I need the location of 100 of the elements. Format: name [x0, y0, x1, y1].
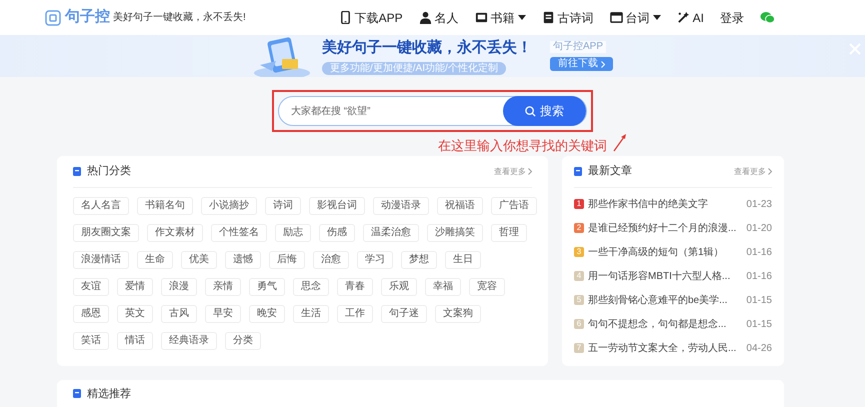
document-icon — [542, 11, 555, 24]
nav-link[interactable]: 台词 — [610, 8, 661, 26]
category-tag[interactable]: 个性签名 — [211, 224, 267, 242]
nav-link[interactable]: AI — [676, 8, 704, 26]
article-date: 01-20 — [746, 222, 772, 236]
annotation-text: 在这里输入你想寻找的关键词 — [438, 138, 607, 154]
category-tag[interactable]: 哲理 — [491, 224, 527, 242]
category-tag[interactable]: 感恩 — [73, 305, 109, 323]
section-icon — [73, 389, 81, 398]
category-tag[interactable]: 工作 — [337, 305, 373, 323]
category-tag[interactable]: 梦想 — [401, 251, 437, 269]
article-link[interactable]: 那些刻骨铭心意难平的be美学... — [588, 292, 742, 308]
category-tag[interactable]: 生命 — [137, 251, 173, 269]
category-tag[interactable]: 广告语 — [491, 197, 537, 215]
nav-link[interactable]: 书籍 — [474, 8, 526, 26]
category-tag[interactable]: 宽容 — [469, 278, 505, 296]
search-button[interactable]: 搜索 — [503, 96, 586, 126]
category-tag[interactable]: 作文素材 — [147, 224, 203, 242]
wechat-icon[interactable] — [760, 11, 775, 24]
category-tag[interactable]: 影视台词 — [309, 197, 365, 215]
category-tag[interactable]: 动漫语录 — [373, 197, 429, 215]
article-link[interactable]: 那些作家书信中的绝美文字 — [588, 196, 742, 212]
category-tag[interactable]: 朋友圈文案 — [73, 224, 139, 242]
article-date: 01-16 — [746, 246, 772, 260]
rank-badge: 3 — [574, 247, 584, 257]
category-tag[interactable]: 勇气 — [249, 278, 285, 296]
category-tag[interactable]: 乐观 — [381, 278, 417, 296]
caret-icon — [652, 15, 661, 20]
nav-link[interactable]: 名人 — [418, 8, 459, 26]
annotation-arrow — [613, 134, 627, 152]
article-link[interactable]: 五一劳动节文案大全，劳动人民... — [588, 340, 742, 356]
category-tag[interactable]: 经典语录 — [161, 332, 217, 350]
category-tag[interactable]: 早安 — [205, 305, 241, 323]
article-link[interactable]: 用一句话形容MBTI十六型人格... — [588, 268, 742, 284]
section-title: 最新文章 — [588, 164, 632, 180]
section-title: 热门分类 — [87, 164, 131, 180]
rank-badge: 5 — [574, 295, 584, 305]
category-tag[interactable]: 浪漫 — [161, 278, 197, 296]
rank-badge: 4 — [574, 271, 584, 281]
category-tag[interactable]: 晚安 — [249, 305, 285, 323]
category-tag[interactable]: 优美 — [181, 251, 217, 269]
banner-subtitle: 更多功能/更加便捷/AI功能/个性化定制 — [322, 62, 506, 76]
magic-wand-icon — [676, 11, 690, 24]
category-tag[interactable]: 祝福语 — [437, 197, 483, 215]
category-tag[interactable]: 英文 — [117, 305, 153, 323]
category-tag[interactable]: 友谊 — [73, 278, 109, 296]
category-tag[interactable]: 治愈 — [313, 251, 349, 269]
nav-link[interactable]: 古诗词 — [542, 8, 594, 26]
category-tag[interactable]: 情话 — [117, 332, 153, 350]
category-tag[interactable]: 励志 — [275, 224, 311, 242]
category-tag[interactable]: 浪漫情话 — [73, 251, 129, 269]
category-tag[interactable]: 沙雕搞笑 — [427, 224, 483, 242]
slogan: 美好句子一键收藏，永不丢失! — [113, 10, 246, 25]
category-tag[interactable]: 生活 — [293, 305, 329, 323]
rank-badge: 7 — [574, 343, 584, 353]
category-tag[interactable]: 笑话 — [73, 332, 109, 350]
section-title: 精选推荐 — [87, 389, 131, 399]
category-tag[interactable]: 遗憾 — [225, 251, 261, 269]
search-input[interactable]: 大家都在搜 “欲望” — [291, 104, 503, 118]
search-field[interactable]: 大家都在搜 “欲望” 搜索 — [278, 96, 587, 126]
rank-badge: 6 — [574, 319, 584, 329]
person-icon — [418, 11, 432, 24]
category-tag[interactable]: 名人名言 — [73, 197, 129, 215]
article-date: 04-26 — [746, 342, 772, 356]
category-tag[interactable]: 诗词 — [265, 197, 301, 215]
category-tag[interactable]: 分类 — [225, 332, 261, 350]
category-tag[interactable]: 句子迷 — [381, 305, 427, 323]
category-tag[interactable]: 幸福 — [425, 278, 461, 296]
category-tag[interactable]: 文案狗 — [435, 305, 481, 323]
article-date: 01-16 — [746, 270, 772, 284]
article-link[interactable]: 句句不提想念，句句都是想念... — [588, 316, 742, 332]
rank-badge: 2 — [574, 223, 584, 233]
article-link[interactable]: 是谁已经预约好十二个月的浪漫... — [588, 220, 742, 236]
category-tag[interactable]: 温柔治愈 — [363, 224, 419, 242]
article-date: 01-15 — [746, 318, 772, 332]
banner-title: 美好句子一键收藏，永不丢失！ — [322, 38, 532, 58]
chevron-right-icon — [528, 168, 532, 175]
category-tag[interactable]: 亲情 — [205, 278, 241, 296]
logo-icon — [45, 10, 61, 26]
category-tag[interactable]: 青春 — [337, 278, 373, 296]
category-tag[interactable]: 生日 — [445, 251, 481, 269]
window-icon — [610, 11, 623, 24]
category-tag[interactable]: 小说摘抄 — [201, 197, 257, 215]
article-link[interactable]: 一些干净高级的短句（第1辑） — [588, 244, 742, 260]
nav-link[interactable]: 登录 — [720, 8, 744, 26]
search-icon — [525, 106, 536, 116]
category-tag[interactable]: 爱情 — [117, 278, 153, 296]
category-tag[interactable]: 伤感 — [319, 224, 355, 242]
chevron-right-icon — [768, 168, 772, 175]
caret-icon — [518, 15, 526, 20]
article-date: 01-15 — [746, 294, 772, 308]
category-tag[interactable]: 思念 — [293, 278, 329, 296]
category-tag[interactable]: 后悔 — [269, 251, 305, 269]
category-tag[interactable]: 书籍名句 — [137, 197, 193, 215]
category-tag[interactable]: 古风 — [161, 305, 197, 323]
chevron-right-icon — [601, 60, 605, 68]
rank-badge: 1 — [574, 199, 584, 209]
category-tag[interactable]: 学习 — [357, 251, 393, 269]
app-label: 句子控APP — [550, 41, 606, 53]
nav-link[interactable]: 下载APP — [338, 8, 403, 26]
